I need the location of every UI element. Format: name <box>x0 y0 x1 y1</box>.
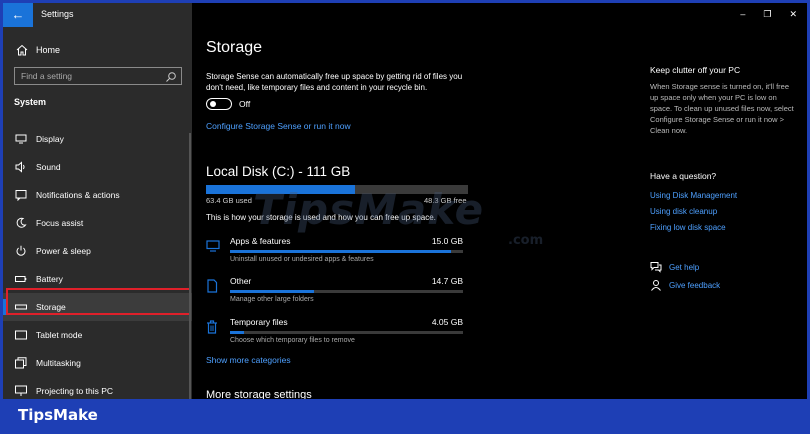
sidebar-item-power[interactable]: Power & sleep <box>3 237 192 265</box>
right-rail: Keep clutter off your PC When Storage se… <box>650 65 795 291</box>
category-other[interactable]: Other 14.7 GB Manage other large folders <box>206 276 468 316</box>
multitasking-icon <box>14 356 28 370</box>
section-label: System <box>14 97 47 107</box>
category-name: Temporary files <box>230 317 288 327</box>
more-storage-settings-heading: More storage settings <box>206 389 312 399</box>
category-bar-fill <box>230 290 314 293</box>
clutter-title: Keep clutter off your PC <box>650 65 741 75</box>
sidebar: ← Settings Home System Dis <box>3 3 192 399</box>
notifications-icon <box>14 188 28 202</box>
toggle-label: Off <box>239 99 251 109</box>
category-bar-fill <box>230 331 244 334</box>
window-controls: – ❐ ✕ <box>740 9 797 20</box>
close-button[interactable]: ✕ <box>789 9 797 20</box>
sidebar-item-notifications[interactable]: Notifications & actions <box>3 181 192 209</box>
disk-title: Local Disk (C:) - 111 GB <box>206 164 351 179</box>
category-temporary-files[interactable]: Temporary files 4.05 GB Choose which tem… <box>206 317 468 357</box>
page-title: Storage <box>206 39 263 56</box>
help-chat-icon <box>650 261 662 273</box>
power-icon <box>14 244 28 258</box>
disk-management-link[interactable]: Using Disk Management <box>650 191 737 200</box>
get-help-label: Get help <box>669 262 700 272</box>
sidebar-item-focus-assist[interactable]: Focus assist <box>3 209 192 237</box>
brand-logo-text: TipsMake <box>18 406 98 424</box>
minimize-button[interactable]: – <box>740 9 745 20</box>
search-box[interactable] <box>14 67 182 85</box>
other-icon <box>206 279 220 293</box>
home-icon <box>14 44 30 56</box>
give-feedback-label: Give feedback <box>669 280 721 290</box>
category-apps-features[interactable]: Apps & features 15.0 GB Uninstall unused… <box>206 236 468 276</box>
titlebar: ← Settings <box>3 3 192 27</box>
watermark: TipsMake <box>253 185 485 234</box>
sidebar-scrollbar[interactable] <box>189 133 191 399</box>
battery-icon <box>14 272 28 286</box>
storage-highlight-box <box>6 288 191 315</box>
projecting-icon <box>14 384 28 398</box>
back-arrow-icon: ← <box>11 7 25 22</box>
category-bar <box>230 290 463 293</box>
category-size: 14.7 GB <box>431 276 463 286</box>
toggle-knob <box>210 101 216 107</box>
sidebar-item-label: Sound <box>36 162 61 172</box>
sidebar-item-sound[interactable]: Sound <box>3 153 192 181</box>
category-description: Choose which temporary files to remove <box>230 337 355 344</box>
focus-assist-icon <box>14 216 28 230</box>
sound-icon <box>14 160 28 174</box>
category-size: 15.0 GB <box>431 236 463 246</box>
sidebar-item-label: Battery <box>36 274 63 284</box>
sidebar-item-projecting[interactable]: Projecting to this PC <box>3 377 192 399</box>
settings-window: ← Settings Home System Dis <box>3 3 807 399</box>
sidebar-item-multitasking[interactable]: Multitasking <box>3 349 192 377</box>
sidebar-item-label: Multitasking <box>36 358 81 368</box>
sidebar-item-tablet-mode[interactable]: Tablet mode <box>3 321 192 349</box>
sidebar-item-display[interactable]: Display <box>3 125 192 153</box>
disk-cleanup-link[interactable]: Using disk cleanup <box>650 207 717 216</box>
category-description: Uninstall unused or undesired apps & fea… <box>230 256 374 263</box>
sidebar-item-label: Projecting to this PC <box>36 386 114 396</box>
storage-sense-description: Storage Sense can automatically free up … <box>206 72 463 92</box>
search-input[interactable] <box>15 68 165 84</box>
apps-icon <box>206 239 220 253</box>
show-more-categories-link[interactable]: Show more categories <box>206 355 291 365</box>
sidebar-item-label: Focus assist <box>36 218 84 228</box>
display-icon <box>14 132 28 146</box>
category-bar <box>230 331 463 334</box>
sidebar-item-label: Display <box>36 134 64 144</box>
sidebar-item-label: Tablet mode <box>36 330 83 340</box>
category-name: Other <box>230 276 252 286</box>
frame: ← Settings Home System Dis <box>0 0 810 434</box>
back-button[interactable]: ← <box>3 3 33 27</box>
clutter-description: When Storage sense is turned on, it'll f… <box>650 82 794 135</box>
category-description: Manage other large folders <box>230 296 314 303</box>
maximize-button[interactable]: ❐ <box>763 9 771 20</box>
sidebar-item-label: Notifications & actions <box>36 190 120 200</box>
category-bar <box>230 250 463 253</box>
home-nav[interactable]: Home <box>14 41 60 59</box>
disk-used-text: 63.4 GB used <box>206 196 252 205</box>
category-name: Apps & features <box>230 236 291 246</box>
sidebar-item-label: Power & sleep <box>36 246 91 256</box>
low-disk-space-link[interactable]: Fixing low disk space <box>650 223 726 232</box>
give-feedback-link[interactable]: Give feedback <box>650 279 720 291</box>
search-icon[interactable] <box>165 70 177 82</box>
sidebar-nav: Display Sound Notifications & actions Fo… <box>3 125 192 399</box>
trash-icon <box>206 320 220 334</box>
tablet-icon <box>14 328 28 342</box>
question-title: Have a question? <box>650 171 717 181</box>
configure-storage-sense-link[interactable]: Configure Storage Sense or run it now <box>206 121 351 131</box>
category-size: 4.05 GB <box>431 317 463 327</box>
app-title: Settings <box>41 9 74 19</box>
watermark-domain: .com <box>508 233 544 248</box>
get-help-link[interactable]: Get help <box>650 261 699 273</box>
feedback-icon <box>650 279 662 291</box>
category-bar-fill <box>230 250 452 253</box>
storage-sense-toggle[interactable] <box>206 98 232 110</box>
home-label: Home <box>36 45 61 55</box>
